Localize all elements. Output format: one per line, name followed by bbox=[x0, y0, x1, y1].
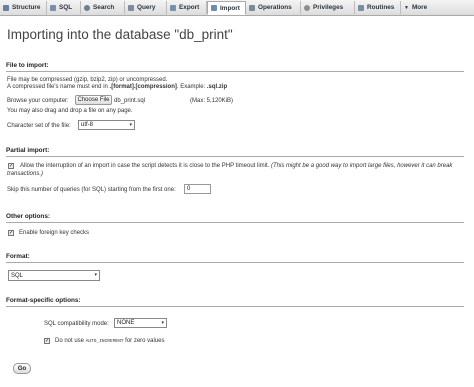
search-icon bbox=[84, 4, 90, 11]
skip-queries-label: Skip this number of queries (for SQL) st… bbox=[7, 187, 176, 193]
routines-icon bbox=[358, 4, 364, 11]
foreign-key-label: Enable foreign key checks bbox=[19, 230, 90, 236]
partial-section-legend: Partial import: bbox=[6, 147, 50, 154]
foreign-key-checkbox[interactable]: ✓ bbox=[8, 230, 14, 236]
tab-more[interactable]: ▼ More bbox=[401, 1, 435, 14]
wrench-icon bbox=[249, 4, 255, 11]
query-icon bbox=[128, 4, 134, 11]
tab-bar: Structure SQL Search Query Export Import… bbox=[0, 0, 474, 16]
divider bbox=[6, 156, 464, 157]
tab-search[interactable]: Search bbox=[81, 1, 125, 14]
drag-drop-hint: You may also drag and drop a file on any… bbox=[7, 108, 133, 114]
file-section-legend: File to import: bbox=[6, 62, 49, 69]
users-icon bbox=[304, 4, 310, 11]
sql-icon bbox=[50, 4, 56, 11]
allow-interrupt-label: Allow the interruption of an import in c… bbox=[20, 163, 453, 169]
compat-mode-label: SQL compatibility mode: bbox=[44, 321, 109, 327]
tab-operations[interactable]: Operations bbox=[246, 1, 301, 14]
format-specific-legend: Format-specific options: bbox=[6, 297, 81, 304]
divider bbox=[6, 222, 464, 223]
tab-export[interactable]: Export bbox=[167, 1, 207, 14]
no-auto-increment-label: Do not use AUTO_INCREMENT for zero value… bbox=[55, 338, 165, 344]
divider bbox=[6, 262, 464, 263]
compat-mode-select[interactable]: NONE ▾ bbox=[114, 318, 167, 328]
compression-format-info: A compressed file's name must end in .[f… bbox=[7, 84, 228, 90]
charset-select[interactable]: utf-8 ▾ bbox=[78, 120, 135, 130]
compression-info: File may be compressed (gzip, bzip2, zip… bbox=[7, 77, 168, 83]
dropdown-arrow-icon: ▾ bbox=[94, 272, 97, 278]
page-title: Importing into the database "db_print" bbox=[7, 27, 233, 42]
tab-routines[interactable]: Routines bbox=[355, 1, 401, 14]
divider bbox=[6, 71, 464, 72]
max-size-label: (Max: 5,120KiB) bbox=[190, 98, 234, 104]
format-section-legend: Format: bbox=[6, 253, 30, 260]
divider bbox=[6, 306, 464, 307]
tab-structure[interactable]: Structure bbox=[0, 1, 47, 14]
tab-query[interactable]: Query bbox=[125, 1, 167, 14]
structure-icon bbox=[3, 4, 9, 11]
no-auto-increment-checkbox[interactable]: ✓ bbox=[44, 338, 50, 344]
tab-import[interactable]: Import bbox=[207, 1, 246, 15]
allow-interrupt-note: transactions.) bbox=[7, 171, 44, 177]
import-icon bbox=[211, 5, 217, 11]
charset-label: Character set of the file: bbox=[7, 123, 71, 129]
chevron-down-icon: ▼ bbox=[404, 4, 409, 11]
dropdown-arrow-icon: ▾ bbox=[161, 320, 164, 326]
skip-queries-input[interactable]: 0 bbox=[184, 184, 211, 194]
choose-file-button[interactable]: Choose File bbox=[75, 95, 112, 105]
export-icon bbox=[170, 4, 176, 11]
other-section-legend: Other options: bbox=[6, 213, 51, 220]
go-button[interactable]: Go bbox=[13, 363, 31, 374]
dropdown-arrow-icon: ▾ bbox=[129, 122, 132, 128]
selected-filename: db_print.sql bbox=[114, 98, 146, 104]
tab-privileges[interactable]: Privileges bbox=[301, 1, 355, 14]
format-select[interactable]: SQL ▾ bbox=[8, 270, 100, 281]
browse-label: Browse your computer: bbox=[7, 98, 69, 104]
tab-sql[interactable]: SQL bbox=[47, 1, 81, 14]
allow-interrupt-checkbox[interactable]: ✓ bbox=[8, 163, 14, 169]
